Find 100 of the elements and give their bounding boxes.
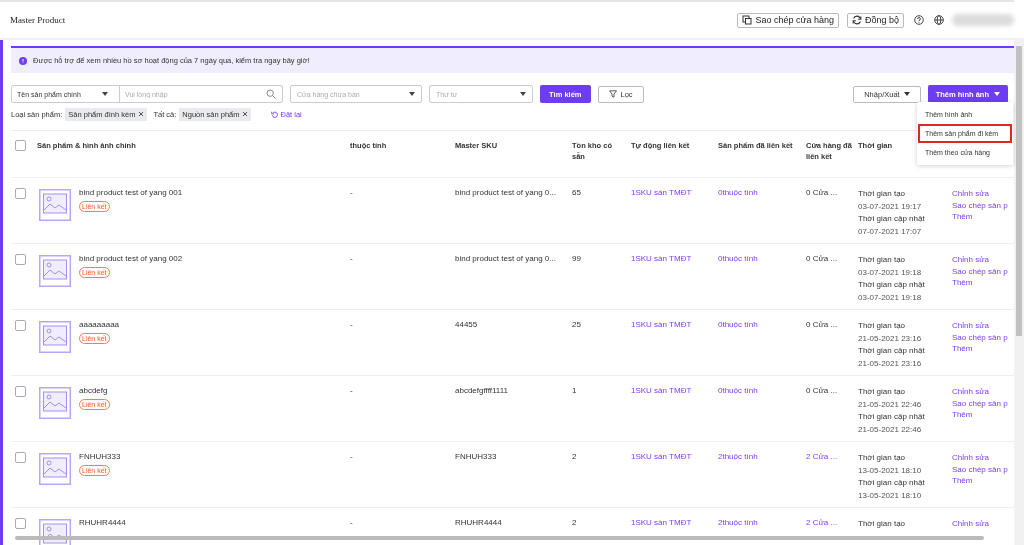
- search-icon[interactable]: [266, 89, 276, 99]
- row-checkbox[interactable]: [15, 188, 26, 199]
- row-checkbox[interactable]: [15, 386, 26, 397]
- row-checkbox[interactable]: [15, 452, 26, 463]
- image-placeholder-icon: [39, 321, 71, 353]
- table-cell-text: -: [350, 320, 354, 329]
- action-link[interactable]: Thêm: [952, 475, 1014, 487]
- image-placeholder-icon: [39, 255, 71, 287]
- action-link[interactable]: Chỉnh sửa: [952, 188, 1014, 200]
- action-link[interactable]: Thêm: [952, 211, 1014, 223]
- time-label: Thời gian tạo: [858, 452, 907, 464]
- copy-icon: [742, 15, 753, 25]
- product-name: bind product test of yang 001: [79, 188, 183, 197]
- page-title: Master Product: [10, 15, 66, 25]
- product-name: abcdefg: [79, 386, 108, 395]
- table-cell-text: bind product test of yang 0...: [455, 188, 557, 197]
- action-link[interactable]: Thêm: [952, 343, 1014, 355]
- time-label: Thời gian cập nhật: [858, 477, 926, 489]
- auto-link[interactable]: 1SKU sàn TMĐT: [631, 254, 718, 263]
- auto-link[interactable]: 1SKU sàn TMĐT: [631, 188, 718, 197]
- table-cell-text: -: [350, 188, 354, 197]
- table-cell-text: -: [350, 386, 354, 395]
- linked-products-link[interactable]: 2thuộc tính: [718, 452, 806, 461]
- caret-icon: [102, 92, 108, 96]
- row-checkbox[interactable]: [15, 254, 26, 265]
- row-checkbox[interactable]: [15, 320, 26, 331]
- table-cell-text: -: [350, 452, 354, 461]
- caret-icon: [903, 92, 910, 96]
- linked-stores-cell-text: 0 Cửa ...: [806, 386, 839, 395]
- table-cell-text: 1: [572, 386, 578, 395]
- time-label: Thời gian cập nhật: [858, 345, 926, 357]
- caret-icon: [409, 92, 415, 96]
- row-checkbox[interactable]: [15, 518, 26, 529]
- horizontal-scrollbar[interactable]: [15, 536, 984, 540]
- refresh-icon: [851, 15, 862, 25]
- time-value: 07-07-2021 17:07: [858, 225, 923, 238]
- close-icon[interactable]: [242, 111, 249, 117]
- auto-link[interactable]: 1SKU sàn TMĐT: [631, 452, 718, 461]
- caret-icon: [994, 92, 1000, 96]
- time-label: Thời gian tạo: [858, 254, 907, 266]
- product-name: aaaaaaaaa: [79, 320, 120, 329]
- time-label: Thời gian tạo: [858, 518, 907, 530]
- action-link[interactable]: Sao chép sản p: [952, 265, 1014, 277]
- time-label: Thời gian cập nhật: [858, 213, 926, 225]
- action-link[interactable]: Sao chép sản p: [952, 463, 1014, 475]
- globe-icon[interactable]: [934, 15, 944, 25]
- action-link[interactable]: Thêm: [952, 277, 1014, 289]
- linked-products-link[interactable]: 0thuộc tính: [718, 320, 806, 329]
- table-cell-text: 65: [572, 188, 582, 197]
- time-value: 21-05-2021 22:46: [858, 423, 923, 436]
- table-cell-text: FNHUH333: [455, 452, 498, 461]
- linked-products-link[interactable]: 0thuộc tính: [718, 188, 806, 197]
- product-name: FNHUH333: [79, 452, 121, 461]
- action-link[interactable]: Chỉnh sửa: [952, 518, 1014, 530]
- action-link[interactable]: Thêm: [952, 409, 1014, 421]
- table-cell-text: -: [350, 254, 354, 263]
- image-placeholder-icon: [39, 387, 71, 419]
- table-cell-text: 99: [572, 254, 582, 263]
- time-value: 13-05-2021 18:10: [858, 464, 923, 477]
- table-cell-text: bind product test of yang 0...: [455, 254, 557, 263]
- linked-stores-cell-text: 0 Cửa ...: [806, 254, 839, 263]
- action-link[interactable]: Sao chép sản p: [952, 199, 1014, 211]
- time-label: Thời gian cập nhật: [858, 279, 926, 291]
- time-value: 03-07-2021 19:18: [858, 266, 923, 279]
- select-all-checkbox[interactable]: [15, 140, 26, 151]
- product-name: bind product test of yang 002: [79, 254, 183, 263]
- copy-store-button[interactable]: Sao chép cửa hàng: [737, 12, 839, 28]
- action-link[interactable]: Chỉnh sửa: [952, 386, 1014, 398]
- time-label: Thời gian tạo: [858, 320, 907, 332]
- time-value: 21-05-2021 23:16: [858, 357, 923, 370]
- auto-link[interactable]: 1SKU sàn TMĐT: [631, 320, 718, 329]
- action-link[interactable]: Chỉnh sửa: [952, 320, 1014, 332]
- action-link[interactable]: Sao chép sản p: [952, 397, 1014, 409]
- action-link[interactable]: Chỉnh sửa: [952, 254, 1014, 266]
- close-icon[interactable]: [138, 111, 145, 117]
- vertical-scrollbar[interactable]: [1014, 38, 1024, 545]
- linked-products-link[interactable]: 0thuộc tính: [718, 386, 806, 395]
- filter-icon: [608, 90, 617, 98]
- linked-stores-cell[interactable]: 2 Cửa ...: [806, 518, 858, 527]
- sync-button[interactable]: Đồng bộ: [846, 12, 904, 28]
- help-icon[interactable]: [914, 15, 924, 25]
- caret-icon: [520, 92, 526, 96]
- auto-link[interactable]: 1SKU sàn TMĐT: [631, 518, 718, 527]
- undo-icon: [271, 110, 279, 118]
- table-cell-text: 2: [572, 518, 578, 527]
- linked-stores-cell[interactable]: 2 Cửa ...: [806, 452, 858, 461]
- linked-products-link[interactable]: 2thuộc tính: [718, 518, 806, 527]
- time-value: 21-05-2021 22:46: [858, 398, 923, 411]
- action-link[interactable]: Sao chép sản p: [952, 331, 1014, 343]
- linked-products-link[interactable]: 0thuộc tính: [718, 254, 806, 263]
- info-icon: [19, 56, 27, 65]
- action-link[interactable]: Chỉnh sửa: [952, 452, 1014, 464]
- linked-stores-cell-text: 0 Cửa ...: [806, 320, 839, 329]
- table-cell-text: -: [350, 518, 354, 527]
- table-cell-text: abcdefgffff1111: [455, 386, 509, 395]
- time-label: Thời gian tạo: [858, 386, 907, 398]
- auto-link[interactable]: 1SKU sàn TMĐT: [631, 386, 718, 395]
- time-label: Thời gian cập nhật: [858, 411, 926, 423]
- time-value: 13-05-2021 18:10: [858, 489, 923, 502]
- linked-stores-cell-text: 0 Cửa ...: [806, 188, 839, 197]
